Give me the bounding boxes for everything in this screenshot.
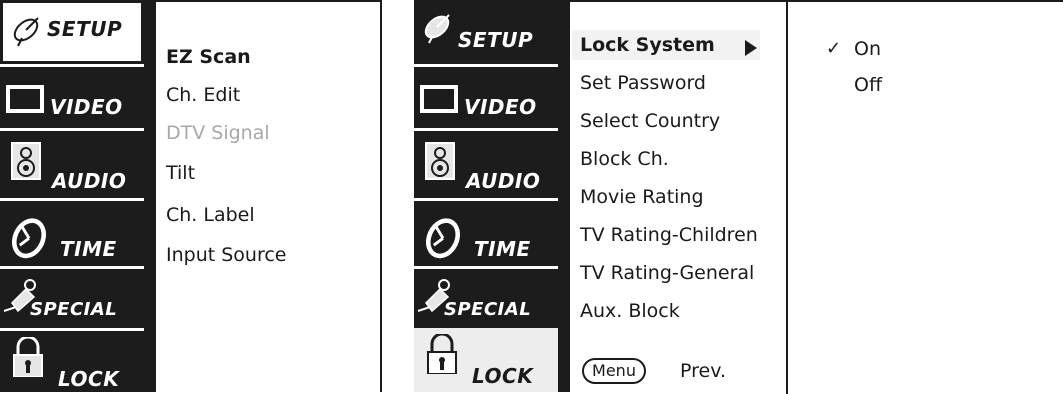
right-osd-screen: SETUP VIDEO AUDIO TIME SPECIAL LOCK Lock… [414,0,1063,394]
menu-item-select-country[interactable]: Select Country [580,110,720,132]
tab-special-label: SPECIAL [30,299,118,320]
speaker-icon [11,142,41,180]
tab-time[interactable]: TIME [0,198,144,266]
padlock-icon [13,337,43,377]
menu-item-tv-rating-children[interactable]: TV Rating-Children [580,224,758,246]
tab-audio-label: AUDIO [466,169,541,193]
tab-video[interactable]: VIDEO [0,64,144,128]
menu-item-aux-block[interactable]: Aux. Block [580,300,680,322]
tab-time[interactable]: TIME [414,198,558,266]
left-menu-panel: EZ Scan Ch. Edit DTV Signal Tilt Ch. Lab… [154,0,382,392]
left-osd-screen: SETUP VIDEO AUDIO TIME SPECIAL LOCK EZ S… [0,0,390,392]
tab-audio[interactable]: AUDIO [0,128,144,198]
menu-item-movie-rating[interactable]: Movie Rating [580,186,704,208]
tab-time-label: TIME [474,237,531,261]
tab-video-label: VIDEO [464,95,537,119]
tab-audio-label: AUDIO [52,169,127,193]
submenu-option-on[interactable]: On [854,38,881,60]
right-stripe [558,0,568,392]
submenu-divider [786,2,788,394]
tab-lock[interactable]: LOCK [0,328,144,392]
tab-video[interactable]: VIDEO [414,64,558,128]
menu-item-lock-system[interactable]: Lock System [580,34,715,56]
left-stripe [144,0,154,392]
tab-setup[interactable]: SETUP [0,0,144,64]
tab-audio[interactable]: AUDIO [414,128,558,198]
tab-video-label: VIDEO [50,95,123,119]
tab-setup[interactable]: SETUP [414,0,558,64]
padlock-icon [427,334,457,374]
menu-item-dtv-signal: DTV Signal [166,122,270,144]
satellite-dish-icon [424,14,450,44]
menu-item-block-ch[interactable]: Block Ch. [580,148,669,170]
menu-item-tilt[interactable]: Tilt [166,162,195,184]
submenu-arrow-icon [745,40,757,56]
tab-special-label: SPECIAL [444,299,532,320]
satellite-dish-icon [13,17,39,47]
tv-screen-icon [6,85,44,113]
menu-item-input-source[interactable]: Input Source [166,244,287,266]
menu-item-set-password[interactable]: Set Password [580,72,706,94]
tab-special[interactable]: SPECIAL [414,266,558,328]
tab-lock[interactable]: LOCK [414,328,558,392]
menu-item-ez-scan[interactable]: EZ Scan [166,46,251,68]
prev-label: Prev. [680,360,727,382]
clock-icon [11,218,47,259]
clock-icon [425,218,461,259]
menu-item-tv-rating-general[interactable]: TV Rating-General [580,262,754,284]
tab-lock-label: LOCK [472,364,534,388]
tab-lock-label: LOCK [58,367,120,391]
tab-setup-label: SETUP [47,17,123,41]
tab-time-label: TIME [60,237,117,261]
tv-screen-icon [420,85,458,113]
right-menu-panel: Lock System Set Password Select Country … [568,0,1063,394]
menu-item-ch-label[interactable]: Ch. Label [166,204,255,226]
menu-item-ch-edit[interactable]: Ch. Edit [166,84,240,106]
menu-button[interactable]: Menu [582,358,646,384]
check-mark-icon: ✓ [826,38,842,59]
speaker-icon [425,142,455,180]
tab-special[interactable]: SPECIAL [0,266,144,328]
submenu-option-off[interactable]: Off [854,74,882,96]
tab-setup-label: SETUP [458,28,534,52]
